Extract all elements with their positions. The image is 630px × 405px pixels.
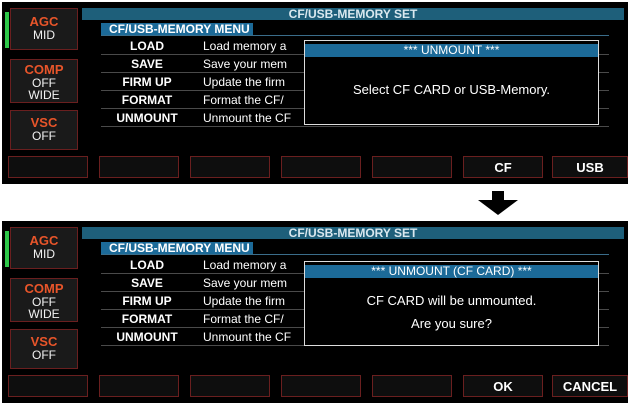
soft-key-5[interactable] [372,156,452,178]
menu-heading: CF/USB-MEMORY MENU [101,23,253,35]
cancel-button[interactable]: CANCEL [552,375,628,397]
soft-key-3[interactable] [190,375,270,397]
display-before: AGC MID COMP OFF WIDE VSC OFF CF/USB-MEM… [2,2,628,184]
soft-key-2[interactable] [99,375,179,397]
menu-item-description: Format the CF/ [203,312,284,326]
ok-button[interactable]: OK [463,375,543,397]
menu-divider [101,35,609,36]
soft-key-1[interactable] [8,156,88,178]
vsc-label: VSC [30,334,58,349]
soft-key-1[interactable] [8,375,88,397]
agc-button[interactable]: AGC MID [5,227,78,269]
menu-item-description: Format the CF/ [203,93,284,107]
agc-label: AGC [29,14,59,29]
menu-item-name: UNMOUNT [116,111,178,125]
vsc-label: VSC [30,115,58,130]
agc-label: AGC [29,233,59,248]
soft-key-4[interactable] [281,375,361,397]
soft-key-3[interactable] [190,156,270,178]
menu-heading: CF/USB-MEMORY MENU [101,242,253,254]
menu-item-name: FORMAT [121,93,173,107]
menu-item-name: SAVE [131,57,163,71]
comp-button[interactable]: COMP OFF WIDE [10,59,78,103]
menu-item-name: FIRM UP [122,294,172,308]
menu-item-name: SAVE [131,276,163,290]
agc-value: MID [33,28,55,42]
vsc-button[interactable]: VSC OFF [10,329,78,369]
agc-button[interactable]: AGC MID [5,8,78,50]
menu-item-description: Load memory a [203,39,287,53]
menu-item-name: FORMAT [121,312,173,326]
display-after: AGC MID COMP OFF WIDE VSC OFF CF/USB-MEM… [2,221,628,403]
menu-item-name: UNMOUNT [116,330,178,344]
menu-item-name: LOAD [130,39,164,53]
menu-item-description: Save your mem [203,276,288,290]
dialog-title: *** UNMOUNT (CF CARD) *** [305,265,598,278]
comp-label: COMP [24,62,64,77]
screen-title: CF/USB-MEMORY SET [82,8,624,20]
vsc-button[interactable]: VSC OFF [10,110,78,150]
soft-key-bar: CF USB [8,156,628,180]
menu-item-description: Unmount the CF [203,330,292,344]
dialog-message-line-1: CF CARD will be unmounted. [366,293,537,308]
soft-key-bar: OK CANCEL [8,375,628,399]
screen-title: CF/USB-MEMORY SET [82,227,624,239]
unmount-dialog: *** UNMOUNT *** Select CF CARD or USB-Me… [304,40,599,125]
comp-width: WIDE [28,307,60,321]
dialog-title: *** UNMOUNT *** [305,44,598,57]
comp-label: COMP [24,281,64,296]
menu-item-description: Save your mem [203,57,288,71]
soft-key-4[interactable] [281,156,361,178]
menu-item-description: Unmount the CF [203,111,292,125]
menu-item-description: Update the firm [203,294,286,308]
agc-value: MID [33,247,55,261]
comp-width: WIDE [28,88,60,102]
dialog-message-line-1: Select CF CARD or USB-Memory. [353,82,550,97]
menu-item-name: FIRM UP [122,75,172,89]
cf-button[interactable]: CF [463,156,543,178]
comp-button[interactable]: COMP OFF WIDE [10,278,78,322]
vsc-value: OFF [32,348,56,362]
dialog-message-line-2: Are you sure? [411,316,492,331]
vsc-value: OFF [32,129,56,143]
agc-active-indicator [5,231,9,267]
soft-key-5[interactable] [372,375,452,397]
usb-button[interactable]: USB [552,156,628,178]
unmount-confirm-dialog: *** UNMOUNT (CF CARD) *** CF CARD will b… [304,261,599,346]
down-arrow-icon [478,191,518,215]
menu-item-description: Update the firm [203,75,286,89]
menu-item-description: Load memory a [203,258,287,272]
menu-item-name: LOAD [130,258,164,272]
agc-active-indicator [5,12,9,48]
menu-divider [101,254,609,255]
soft-key-2[interactable] [99,156,179,178]
